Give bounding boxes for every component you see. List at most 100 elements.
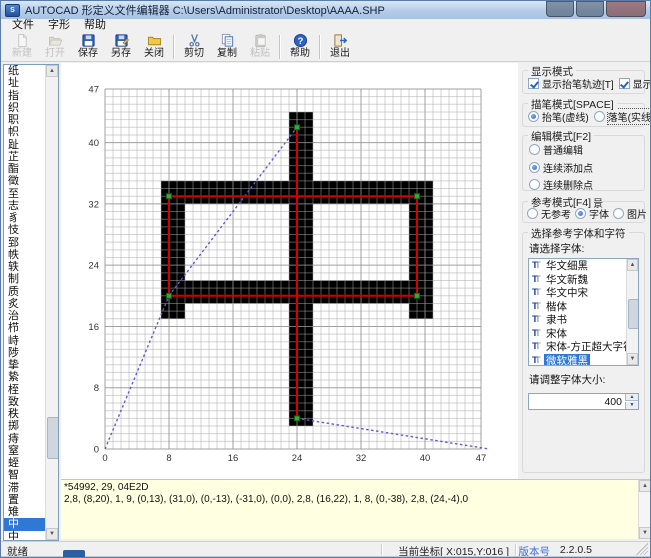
font-list-item[interactable]: TT华文中宋 <box>529 286 626 300</box>
scroll-down-arrow-icon[interactable]: ▼ <box>46 528 58 540</box>
character-list-item[interactable]: 指 <box>4 90 45 102</box>
character-list-item[interactable]: 酯 <box>4 163 45 175</box>
character-list-item[interactable]: 峙 <box>4 335 45 347</box>
font-list-item[interactable]: TT隶书 <box>529 313 626 327</box>
character-list-item[interactable]: 织 <box>4 102 45 114</box>
character-list-item[interactable]: 絷 <box>4 371 45 383</box>
radio-option[interactable]: 普通编辑 <box>529 142 640 157</box>
character-list-item[interactable]: 质 <box>4 286 45 298</box>
glyph-grid[interactable]: 008816162424323240404747 <box>61 63 518 479</box>
svg-text:8: 8 <box>166 453 171 464</box>
font-list-item[interactable]: TT宋体-方正超大字符集 <box>529 340 626 354</box>
menu-glyph[interactable]: 字形 <box>41 19 77 32</box>
radio-option[interactable]: 连续添加点 <box>529 160 640 175</box>
radio-icon[interactable] <box>613 208 624 219</box>
spinner-up-icon[interactable]: ▲ <box>625 394 638 401</box>
radio-icon[interactable] <box>528 111 539 122</box>
radio-icon[interactable] <box>575 208 586 219</box>
radio-icon[interactable] <box>529 144 540 155</box>
character-list-item[interactable]: 豸 <box>4 212 45 224</box>
scrollbar-thumb[interactable] <box>47 417 59 459</box>
character-list-item[interactable]: 挚 <box>4 359 45 371</box>
character-list-item[interactable]: 蛭 <box>4 457 45 469</box>
character-list-item[interactable]: 郅 <box>4 237 45 249</box>
scroll-down-arrow-icon[interactable]: ▼ <box>639 527 651 539</box>
checkbox-icon[interactable] <box>619 78 630 89</box>
character-list-item[interactable]: 致 <box>4 396 45 408</box>
character-list-item[interactable]: 至 <box>4 188 45 200</box>
resize-grip[interactable] <box>636 543 648 555</box>
scroll-up-arrow-icon[interactable]: ▲ <box>627 259 638 271</box>
character-list-item[interactable]: 中 <box>4 531 45 541</box>
menu-file[interactable]: 文件 <box>5 19 41 32</box>
scroll-down-arrow-icon[interactable]: ▼ <box>627 353 638 365</box>
radio-option[interactable]: 连续删除点 <box>529 177 640 192</box>
character-list-item[interactable]: 栉 <box>4 322 45 334</box>
editor-scrollbar[interactable]: ▲ ▼ <box>638 480 651 539</box>
character-list-item[interactable]: 帜 <box>4 126 45 138</box>
character-list-item[interactable]: 雉 <box>4 506 45 518</box>
font-list-item[interactable]: TT楷体 <box>529 300 626 314</box>
maximize-button[interactable] <box>576 1 604 17</box>
font-list-item[interactable]: TT华文细黑 <box>529 259 626 273</box>
character-list-item[interactable]: 滞 <box>4 482 45 494</box>
close-file-button[interactable]: 关闭 <box>138 33 170 61</box>
character-list-item[interactable]: 忮 <box>4 224 45 236</box>
svg-text:32: 32 <box>356 453 367 464</box>
font-list-item[interactable]: TT华文新魏 <box>529 273 626 287</box>
new-file-icon <box>15 33 30 48</box>
font-size-spinner[interactable]: 400 ▲ ▼ <box>528 393 639 410</box>
character-list-item[interactable]: 徵 <box>4 175 45 187</box>
character-list-item[interactable]: 制 <box>4 273 45 285</box>
character-list-item[interactable]: 轶 <box>4 261 45 273</box>
copy-button[interactable]: 复制 <box>211 33 243 61</box>
font-size-value[interactable]: 400 <box>604 395 622 409</box>
radio-icon[interactable] <box>527 208 538 219</box>
menu-help[interactable]: 帮助 <box>77 19 113 32</box>
character-list-item[interactable]: 窒 <box>4 445 45 457</box>
title-bar[interactable]: S AUTOCAD 形定义文件编辑器 C:\Users\Administrato… <box>1 1 650 19</box>
character-list-item[interactable]: 趾 <box>4 139 45 151</box>
radio-icon[interactable] <box>594 111 605 122</box>
font-list-item[interactable]: TT宋体 <box>529 327 626 341</box>
scroll-up-arrow-icon[interactable]: ▲ <box>46 65 58 77</box>
character-list-item[interactable]: 智 <box>4 469 45 481</box>
font-list-item[interactable]: TT微软雅黑 <box>529 354 626 366</box>
character-list-item[interactable]: 中 <box>4 518 45 530</box>
close-button[interactable] <box>606 1 646 17</box>
glyph-editor-canvas[interactable]: 008816162424323240404747 <box>61 63 518 479</box>
scroll-up-arrow-icon[interactable]: ▲ <box>639 480 651 492</box>
character-list-item[interactable]: 纸 <box>4 65 45 77</box>
minimize-button[interactable] <box>546 1 574 17</box>
checkbox-option[interactable]: 显示点[D] <box>619 76 651 91</box>
character-list-item[interactable]: 秩 <box>4 408 45 420</box>
character-list-item[interactable]: 帙 <box>4 249 45 261</box>
spinner-down-icon[interactable]: ▼ <box>625 402 638 409</box>
character-list-item[interactable]: 炙 <box>4 298 45 310</box>
font-list-scrollbar[interactable]: ▲ ▼ <box>626 259 638 365</box>
save-as-button[interactable]: 另存 <box>105 33 137 61</box>
character-list-item[interactable]: 置 <box>4 494 45 506</box>
help-button[interactable]: ? 帮助 <box>284 33 316 61</box>
scrollbar-thumb[interactable] <box>628 299 639 329</box>
character-list-item[interactable]: 址 <box>4 77 45 89</box>
cut-button[interactable]: 剪切 <box>178 33 210 61</box>
radio-icon[interactable] <box>529 179 540 190</box>
save-button[interactable]: 保存 <box>72 33 104 61</box>
radio-option[interactable]: 落笔(实线) <box>594 109 651 124</box>
checkbox-icon[interactable] <box>528 78 539 89</box>
radio-icon[interactable] <box>529 162 540 173</box>
character-list-scrollbar[interactable]: ▲ ▼ <box>45 65 58 540</box>
character-list-item[interactable]: 桎 <box>4 384 45 396</box>
character-list-item[interactable]: 陟 <box>4 347 45 359</box>
character-list-item[interactable]: 治 <box>4 310 45 322</box>
character-list-item[interactable]: 职 <box>4 114 45 126</box>
svg-text:16: 16 <box>88 322 99 333</box>
character-list-item[interactable]: 掷 <box>4 420 45 432</box>
shape-definition-textarea[interactable]: *54992, 29, 04E2D 2,8, (8,20), 1, 9, (0,… <box>61 479 651 539</box>
character-list-item[interactable]: 芷 <box>4 151 45 163</box>
exit-button[interactable]: 退出 <box>324 33 356 61</box>
character-list-item[interactable]: 痔 <box>4 433 45 445</box>
radio-option[interactable]: 图片 <box>613 206 647 221</box>
character-list-item[interactable]: 志 <box>4 200 45 212</box>
